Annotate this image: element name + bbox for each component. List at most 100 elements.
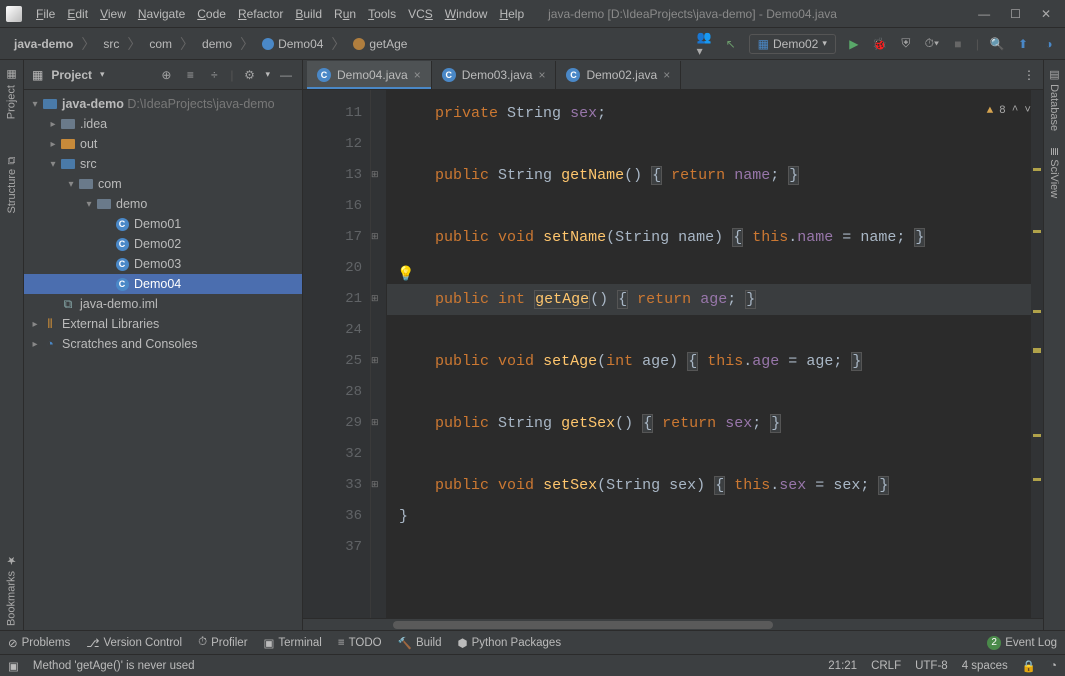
- status-indent[interactable]: 4 spaces: [962, 660, 1008, 672]
- tree-demo[interactable]: ▾demo: [24, 194, 302, 214]
- menu-navigate[interactable]: Navigate: [134, 5, 189, 23]
- tab-demo02[interactable]: CDemo02.java×: [556, 61, 681, 89]
- status-readonly-icon[interactable]: 🔒: [1022, 659, 1036, 673]
- crumb-src[interactable]: src: [97, 35, 125, 53]
- tree-src[interactable]: ▾src: [24, 154, 302, 174]
- menu-vcs[interactable]: VCS: [404, 5, 437, 23]
- navigation-bar: java-demo〉 src〉 com〉 demo〉 Demo04〉 getAg…: [0, 28, 1065, 60]
- project-view-icon: ▦: [32, 68, 43, 82]
- code-editor[interactable]: 111213161720212425282932333637 ⊞ ⊞ ⊞ ⊞ ⊞…: [303, 90, 1043, 618]
- tree-idea[interactable]: ▸.idea: [24, 114, 302, 134]
- tabs-menu-icon[interactable]: ⋮: [1015, 68, 1043, 82]
- tool-build[interactable]: 🔨 Build: [398, 636, 442, 650]
- status-caret-pos[interactable]: 21:21: [828, 660, 857, 672]
- intention-bulb-icon[interactable]: 💡: [397, 260, 414, 291]
- iml-file-icon: ⧉: [60, 297, 76, 311]
- close-tab-icon[interactable]: ×: [538, 68, 545, 82]
- tool-structure[interactable]: Structure ⧉: [4, 153, 20, 218]
- menu-file[interactable]: File: [32, 5, 59, 23]
- close-button[interactable]: ✕: [1041, 7, 1051, 21]
- main-content: Project ▦ Structure ⧉ Bookmarks ★ ▦ Proj…: [0, 60, 1065, 630]
- menu-edit[interactable]: Edit: [63, 5, 92, 23]
- title-bar: File Edit View Navigate Code Refactor Bu…: [0, 0, 1065, 28]
- minimize-button[interactable]: —: [978, 7, 990, 21]
- update-icon[interactable]: ⬆: [1015, 36, 1031, 52]
- collapse-icon[interactable]: ÷: [206, 67, 222, 83]
- search-icon[interactable]: 🔍: [989, 36, 1005, 52]
- tree-external-libs[interactable]: ▸⫴External Libraries: [24, 314, 302, 334]
- menu-code[interactable]: Code: [193, 5, 230, 23]
- tool-sciview[interactable]: ≣ SciView: [1046, 143, 1063, 202]
- status-line-ending[interactable]: CRLF: [871, 660, 901, 672]
- app-logo-icon: [6, 6, 22, 22]
- ide-settings-icon[interactable]: ◑: [1041, 36, 1057, 52]
- expand-icon[interactable]: ≡: [182, 67, 198, 83]
- tool-pypackages[interactable]: ⬢ Python Packages: [458, 636, 562, 650]
- tree-scratches[interactable]: ▸◔Scratches and Consoles: [24, 334, 302, 354]
- horizontal-scrollbar[interactable]: [303, 618, 1043, 630]
- tool-todo[interactable]: ≡ TODO: [338, 637, 382, 649]
- tree-demo02[interactable]: CDemo02: [24, 234, 302, 254]
- close-tab-icon[interactable]: ×: [414, 68, 421, 82]
- project-panel: ▦ Project ▾ ⊕ ≡ ÷ | ⚙ ▾ — ▾java-demo D:\…: [24, 60, 303, 630]
- coverage-icon[interactable]: ⛨: [898, 36, 914, 52]
- close-tab-icon[interactable]: ×: [663, 68, 670, 82]
- maximize-button[interactable]: ☐: [1010, 7, 1021, 21]
- project-tree[interactable]: ▾java-demo D:\IdeaProjects\java-demo ▸.i…: [24, 90, 302, 630]
- tool-project[interactable]: Project ▦: [3, 64, 20, 123]
- crumb-project[interactable]: java-demo: [8, 35, 79, 53]
- menu-tools[interactable]: Tools: [364, 5, 400, 23]
- tab-demo03[interactable]: CDemo03.java×: [432, 61, 557, 89]
- panel-title[interactable]: Project: [51, 68, 92, 82]
- tab-demo04[interactable]: CDemo04.java×: [307, 61, 432, 89]
- run-config-select[interactable]: ▦Demo02 ▾: [749, 34, 836, 54]
- tool-terminal[interactable]: ▣ Terminal: [264, 636, 322, 650]
- menu-view[interactable]: View: [96, 5, 130, 23]
- hide-panel-icon[interactable]: —: [278, 67, 294, 83]
- menu-help[interactable]: Help: [495, 5, 528, 23]
- tree-demo03[interactable]: CDemo03: [24, 254, 302, 274]
- window-title: java-demo [D:\IdeaProjects\java-demo] - …: [528, 7, 978, 21]
- tool-vcs[interactable]: ⎇ Version Control: [86, 636, 182, 650]
- tool-database[interactable]: ▤ Database: [1046, 64, 1063, 135]
- tool-eventlog[interactable]: 2 Event Log: [987, 636, 1057, 650]
- crumb-com[interactable]: com: [143, 35, 178, 53]
- status-heap-icon[interactable]: ◔: [1050, 660, 1057, 672]
- status-encoding[interactable]: UTF-8: [915, 660, 948, 672]
- tree-com[interactable]: ▾com: [24, 174, 302, 194]
- chevron-down-icon[interactable]: ▾: [265, 69, 270, 80]
- debug-icon[interactable]: 🐞: [872, 36, 888, 52]
- panel-view-dropdown[interactable]: ▾: [100, 69, 105, 80]
- menu-refactor[interactable]: Refactor: [234, 5, 287, 23]
- main-toolbar: 👥▾ ↖ ▦Demo02 ▾ ▶ 🐞 ⛨ ⏱▾ ■ | 🔍 ⬆ ◑: [697, 34, 1057, 54]
- back-icon[interactable]: ↖: [723, 36, 739, 52]
- code-text[interactable]: 💡 ▲8 ^ ˅ private String sex; public Stri…: [387, 90, 1043, 618]
- inspection-widget[interactable]: ▲8 ^ ˅: [987, 96, 1031, 127]
- tool-bookmarks[interactable]: Bookmarks ★: [3, 550, 20, 630]
- menu-window[interactable]: Window: [441, 5, 492, 23]
- crumb-class[interactable]: Demo04: [256, 35, 329, 53]
- fold-gutter[interactable]: ⊞ ⊞ ⊞ ⊞ ⊞ ⊞: [371, 90, 387, 618]
- tree-demo01[interactable]: CDemo01: [24, 214, 302, 234]
- settings-icon[interactable]: ⚙: [241, 67, 257, 83]
- tree-root[interactable]: ▾java-demo D:\IdeaProjects\java-demo: [24, 94, 302, 114]
- status-bar: ▣ Method 'getAge()' is never used 21:21 …: [0, 654, 1065, 676]
- right-tool-strip: ▤ Database ≣ SciView: [1043, 60, 1065, 630]
- tool-problems[interactable]: ⊘ Problems: [8, 636, 70, 650]
- crumb-method[interactable]: getAge: [347, 35, 413, 53]
- error-stripe[interactable]: [1031, 90, 1043, 618]
- menu-build[interactable]: Build: [291, 5, 326, 23]
- tree-iml[interactable]: ⧉java-demo.iml: [24, 294, 302, 314]
- tree-demo04[interactable]: CDemo04: [24, 274, 302, 294]
- crumb-demo[interactable]: demo: [196, 35, 238, 53]
- menu-run[interactable]: Run: [330, 5, 360, 23]
- status-tool-windows-icon[interactable]: ▣: [8, 659, 19, 673]
- add-user-icon[interactable]: 👥▾: [697, 36, 713, 52]
- tree-out[interactable]: ▸out: [24, 134, 302, 154]
- target-icon[interactable]: ⊕: [158, 67, 174, 83]
- run-icon[interactable]: ▶: [846, 36, 862, 52]
- profiler-icon[interactable]: ⏱▾: [924, 36, 940, 52]
- tool-profiler[interactable]: ⏱ Profiler: [198, 636, 247, 649]
- stop-icon[interactable]: ■: [950, 36, 966, 52]
- line-gutter[interactable]: 111213161720212425282932333637: [303, 90, 371, 618]
